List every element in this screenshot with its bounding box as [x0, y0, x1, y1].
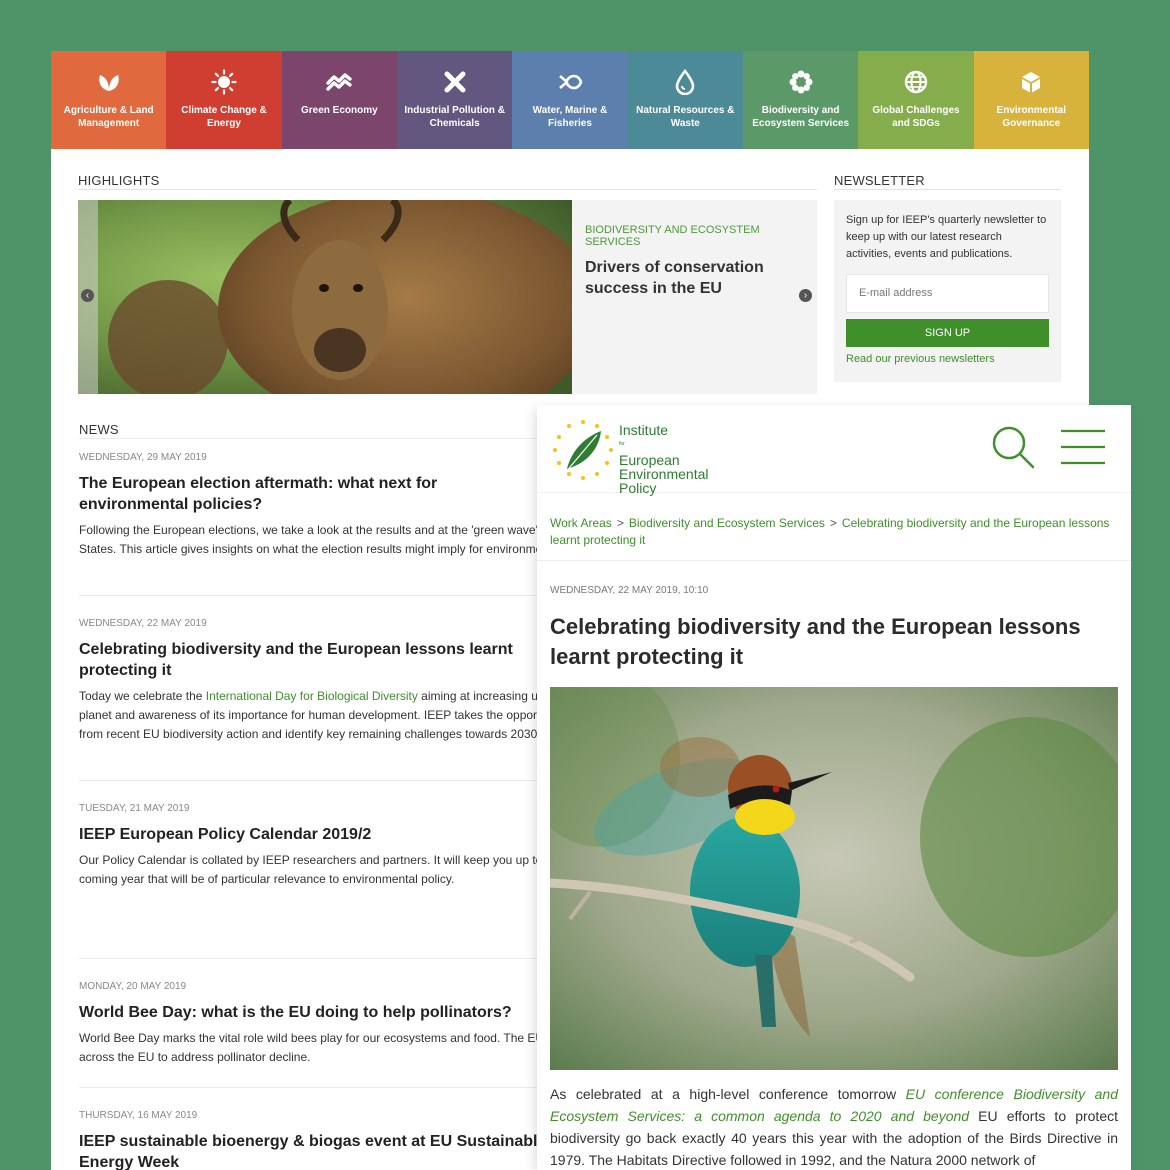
nav-tile-industrial-pollution[interactable]: Industrial Pollution & Chemicals — [396, 51, 513, 149]
breadcrumb-separator: > — [829, 516, 837, 530]
highlights-heading: HIGHLIGHTS — [78, 173, 160, 188]
breadcrumb-link[interactable]: Work Areas — [550, 516, 612, 530]
news-heading: NEWS — [79, 422, 119, 437]
hamburger-menu-icon[interactable] — [1061, 427, 1105, 467]
nav-label: Environmental Governance — [996, 105, 1067, 129]
divider — [834, 189, 1061, 190]
nav-tile-biodiversity[interactable]: Biodiversity and Ecosystem Services — [742, 51, 859, 149]
globe-icon — [904, 70, 928, 94]
divider — [537, 560, 1131, 561]
divider — [78, 189, 817, 190]
leaf-icon — [98, 75, 119, 91]
search-icon[interactable] — [991, 425, 1037, 471]
chevron-left-icon[interactable]: ‹ — [81, 289, 94, 302]
nav-label: Green Economy — [300, 105, 378, 116]
highlight-title[interactable]: Drivers of conservation success in the E… — [585, 257, 805, 299]
nav-tile-agriculture[interactable]: Agriculture & Land Management — [51, 51, 167, 149]
cross-icon — [444, 71, 466, 93]
highlight-text: BIODIVERSITY AND ECOSYSTEM SERVICES Driv… — [585, 224, 805, 299]
wave-icon — [326, 73, 353, 91]
page-title: Celebrating biodiversity and the Europea… — [550, 614, 1081, 669]
newsletter-heading: NEWSLETTER — [834, 173, 925, 188]
topic-navigation: Agriculture & Land Management Climate Ch… — [51, 51, 1089, 149]
breadcrumb-link[interactable]: Biodiversity and Ecosystem Services — [629, 516, 825, 530]
cube-icon — [1022, 72, 1041, 93]
nav-label: Water, Marine & Fisheries — [532, 105, 608, 129]
bison-photo — [78, 200, 572, 394]
sign-up-button[interactable]: SIGN UP — [846, 319, 1049, 347]
email-field[interactable]: E-mail address — [846, 274, 1049, 313]
nav-label: Biodiversity and Ecosystem Services — [752, 105, 849, 129]
fish-icon — [559, 74, 583, 90]
article-date: WEDNESDAY, 22 MAY 2019, 10:10 — [550, 585, 709, 596]
site-header: Institute for European Environmental Pol… — [537, 405, 1131, 495]
highlight-slider[interactable]: BIODIVERSITY AND ECOSYSTEM SERVICES Driv… — [78, 200, 817, 394]
news-title[interactable]: IEEP sustainable bioenergy & biogas even… — [79, 1131, 559, 1170]
drop-icon — [675, 69, 695, 95]
nav-tile-natural-resources[interactable]: Natural Resources & Waste — [627, 51, 743, 149]
news-title[interactable]: The European election aftermath: what ne… — [79, 473, 549, 515]
flower-icon — [789, 70, 813, 94]
previous-newsletters-link[interactable]: Read our previous newsletters — [846, 353, 1049, 365]
chevron-right-icon[interactable]: › — [799, 289, 812, 302]
mobile-article-page: Institute for European Environmental Pol… — [537, 405, 1131, 1170]
breadcrumb-separator: > — [616, 516, 624, 530]
ieep-logo[interactable] — [549, 417, 617, 483]
nav-tile-climate[interactable]: Climate Change & Energy — [166, 51, 282, 149]
news-title[interactable]: Celebrating biodiversity and the Europea… — [79, 639, 529, 681]
logo-wordmark[interactable]: Institute for European Environmental Pol… — [619, 423, 709, 495]
highlight-category-link[interactable]: BIODIVERSITY AND ECOSYSTEM SERVICES — [585, 224, 805, 248]
sun-icon — [211, 69, 237, 95]
nav-tile-governance[interactable]: Environmental Governance — [973, 51, 1089, 149]
excerpt-link[interactable]: International Day for Biological Diversi… — [206, 689, 418, 703]
nav-label: Agriculture & Land Management — [63, 105, 154, 129]
breadcrumb: Work Areas > Biodiversity and Ecosystem Se… — [550, 515, 1110, 549]
nav-label: Natural Resources & Waste — [636, 105, 735, 129]
nav-tile-water-marine[interactable]: Water, Marine & Fisheries — [512, 51, 628, 149]
nav-label: Climate Change & Energy — [181, 105, 267, 129]
nav-tile-global-challenges[interactable]: Global Challenges and SDGs — [858, 51, 974, 149]
nav-label: Industrial Pollution & Chemicals — [404, 105, 505, 129]
article-body: As celebrated at a high-level conference… — [550, 1086, 1118, 1168]
newsletter-box: Sign up for IEEP's quarterly newsletter … — [834, 200, 1061, 382]
bee-eater-photo — [550, 687, 1118, 1070]
nav-tile-green-economy[interactable]: Green Economy — [281, 51, 397, 149]
newsletter-description: Sign up for IEEP's quarterly newsletter … — [846, 214, 1047, 260]
nav-label: Global Challenges and SDGs — [872, 105, 960, 129]
